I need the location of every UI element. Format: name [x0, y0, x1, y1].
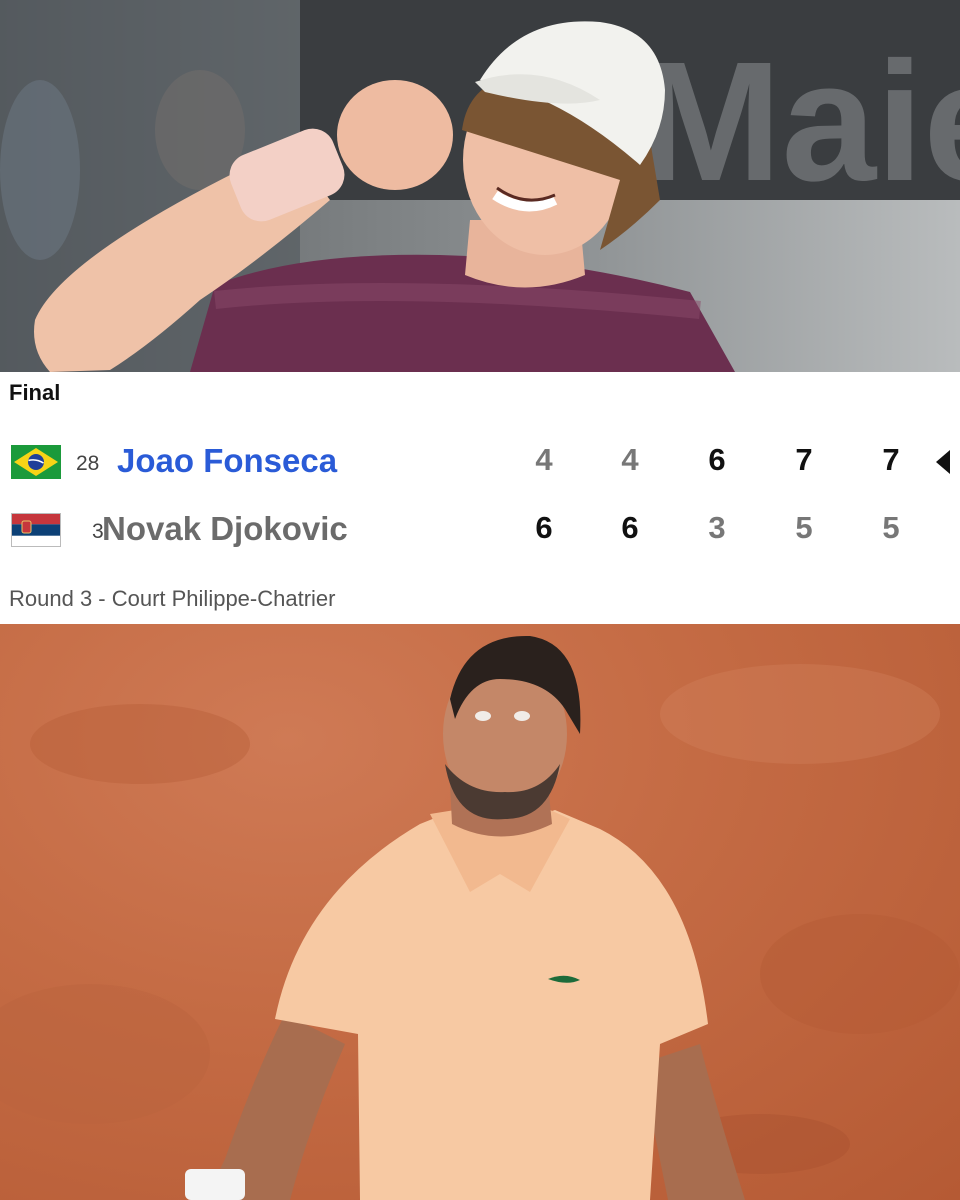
sponsor-text: Maier — [640, 27, 960, 217]
loser-photo — [0, 624, 960, 1200]
winner-arrow-icon — [936, 450, 950, 474]
serbia-flag-icon — [11, 513, 61, 547]
player-row-loser[interactable]: 3 Novak Djokovic 6 6 3 5 5 — [0, 505, 960, 555]
set-score: 6 — [535, 510, 553, 545]
loser-photo-illustration — [0, 635, 960, 1200]
player-name[interactable]: Joao Fonseca — [117, 442, 337, 480]
winner-photo: Maier — [0, 0, 960, 372]
match-status: Final — [9, 380, 61, 405]
set-score: 6 — [708, 442, 726, 477]
set-score: 5 — [795, 510, 813, 545]
winner-photo-illustration: Maier — [0, 0, 960, 372]
set-score: 7 — [882, 442, 900, 477]
hand — [337, 80, 453, 190]
brazil-flag-icon — [11, 445, 61, 479]
set-score: 4 — [535, 442, 553, 477]
player-name[interactable]: Novak Djokovic — [102, 510, 348, 548]
set-score: 6 — [621, 510, 639, 545]
wristband — [185, 1169, 245, 1200]
player-row-winner[interactable]: 28 Joao Fonseca 4 4 6 7 7 — [0, 437, 960, 487]
set-score: 4 — [621, 442, 639, 477]
post-canvas: Maier Final — [0, 0, 960, 1200]
round-info: Round 3 - Court Philippe-Chatrier — [9, 586, 336, 611]
set-score: 3 — [708, 510, 726, 545]
set-score: 5 — [882, 510, 900, 545]
set-score: 7 — [795, 442, 813, 477]
player-seed: 28 — [76, 452, 100, 475]
